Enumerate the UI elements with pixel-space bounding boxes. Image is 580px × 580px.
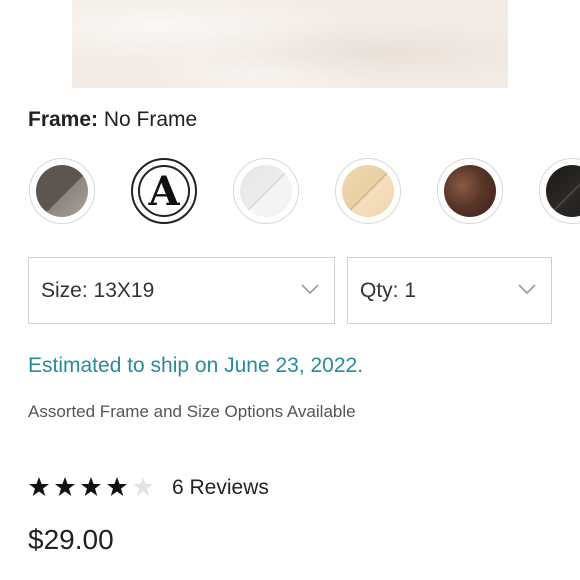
star-rating[interactable] (28, 476, 158, 502)
star-filled-icon (107, 477, 127, 496)
frame-swatch-black[interactable] (539, 158, 580, 224)
swatch-fill (36, 165, 88, 217)
frame-swatch-white[interactable] (233, 158, 299, 224)
swatch-fill (342, 165, 394, 217)
frame-label: Frame: No Frame (28, 108, 197, 132)
ship-estimate-text: Estimated to ship on June 23, 2022. (28, 354, 364, 377)
frame-swatch-no-frame[interactable]: A (131, 158, 197, 224)
quantity-select[interactable]: Qty: 1 (347, 257, 552, 324)
swatch-fill: A (138, 165, 190, 217)
price: $29.00 (28, 524, 114, 555)
quantity-select-value: Qty: 1 (360, 279, 417, 302)
size-select-value: Size: 13X19 (41, 279, 155, 302)
frame-swatch-gray-wood[interactable] (29, 158, 95, 224)
star-filled-icon (81, 477, 101, 496)
swatch-fill (240, 165, 292, 217)
star-filled-icon (55, 477, 75, 496)
chevron-down-icon (518, 284, 536, 295)
star-empty-icon (133, 477, 153, 496)
swatch-fill (546, 165, 580, 217)
options-note: Assorted Frame and Size Options Availabl… (28, 402, 356, 421)
chevron-down-icon (301, 284, 319, 295)
frame-label-value: No Frame (103, 108, 198, 131)
no-frame-icon: A (148, 167, 180, 215)
size-select[interactable]: Size: 13X19 (28, 257, 335, 324)
frame-swatch-list: A (0, 152, 580, 232)
star-filled-icon (29, 477, 49, 496)
reviews-link[interactable]: 6 Reviews (172, 476, 269, 500)
artwork-image (72, 0, 508, 88)
frame-swatch-natural-wood[interactable] (335, 158, 401, 224)
swatch-fill (444, 165, 496, 217)
frame-swatch-dark-walnut[interactable] (437, 158, 503, 224)
frame-label-key: Frame: (28, 108, 99, 131)
